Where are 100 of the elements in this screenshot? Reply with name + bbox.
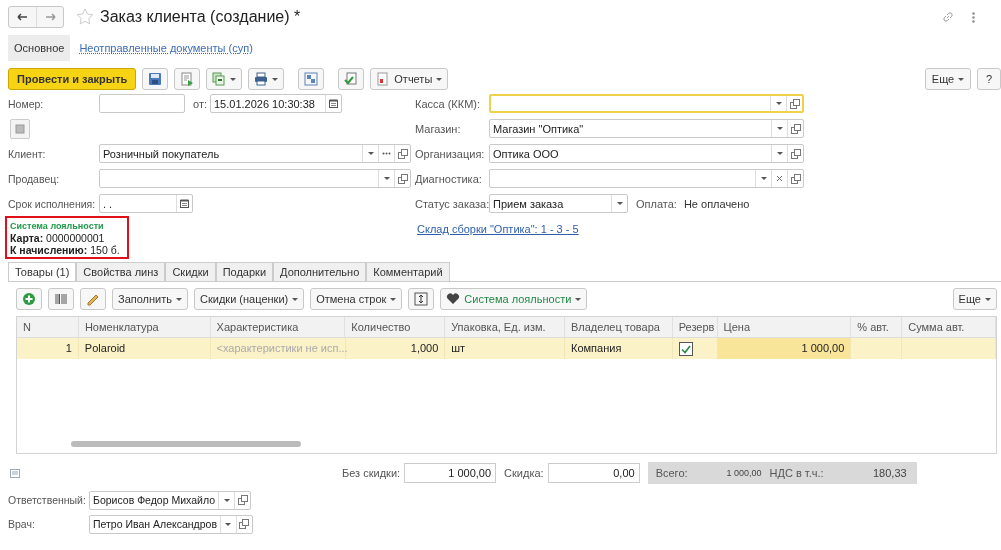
input-field[interactable] xyxy=(489,169,804,188)
column-header[interactable]: N xyxy=(17,317,79,338)
table-cell: <характеристики не исп... xyxy=(210,338,346,359)
field-label: Магазин: xyxy=(415,122,462,135)
open-button[interactable] xyxy=(394,170,410,187)
open-window-icon xyxy=(237,495,248,505)
scrollbar[interactable] xyxy=(71,441,301,447)
section-tab[interactable]: Основное xyxy=(8,35,71,61)
input-field[interactable] xyxy=(99,94,185,113)
heart-icon xyxy=(446,292,461,306)
tab[interactable]: Скидки xyxy=(165,262,216,281)
field-label: Скидка: xyxy=(504,467,544,479)
document-check-icon xyxy=(344,72,359,86)
table-cell: 1 000,00 xyxy=(717,338,852,359)
calendar-icon xyxy=(180,199,189,208)
loyalty-info: Карта: 0000000001 xyxy=(10,232,106,244)
input-field[interactable]: Петро Иван Александров xyxy=(89,514,253,534)
field-label: Ответственный: xyxy=(8,494,87,506)
checkbox[interactable] xyxy=(678,342,693,356)
input-field[interactable] xyxy=(99,169,411,188)
toolbar-button[interactable] xyxy=(298,68,325,90)
open-button[interactable] xyxy=(394,145,410,162)
field-label: Клиент: xyxy=(8,147,47,160)
toolbar-button[interactable] xyxy=(338,68,365,90)
field-label: Диагностика: xyxy=(415,172,483,185)
more-button[interactable]: Еще xyxy=(952,288,997,310)
post-and-close-button[interactable]: Провести и закрыть xyxy=(8,68,137,90)
printer-icon xyxy=(254,72,269,86)
warehouse-link[interactable]: Склад сборки "Оптика": 1 - 3 - 5 xyxy=(417,222,579,235)
column-header[interactable]: Резерв xyxy=(672,317,718,338)
table-cell: шт xyxy=(445,338,565,359)
column-header[interactable]: Упаковка, Ед. изм. xyxy=(445,317,565,338)
open-window-icon xyxy=(397,148,408,159)
open-button[interactable] xyxy=(786,96,802,111)
tab[interactable]: Товары (1) xyxy=(8,262,77,281)
loyalty-button[interactable]: Система лояльности xyxy=(440,288,588,310)
column-header[interactable]: Цена xyxy=(717,317,852,338)
menu-button[interactable]: Отмена строк xyxy=(310,288,403,310)
open-button[interactable] xyxy=(235,515,252,533)
calendar-button[interactable] xyxy=(325,95,341,112)
right-arrow-icon xyxy=(44,13,56,21)
open-button[interactable] xyxy=(787,170,803,187)
star-icon xyxy=(76,8,94,26)
open-window-icon xyxy=(239,519,250,529)
column-header[interactable]: % авт. xyxy=(851,317,903,338)
toolbar-button[interactable] xyxy=(248,68,285,90)
field-label: Касса (ККМ): xyxy=(415,97,482,110)
input-field[interactable]: Розничный покупатель xyxy=(99,144,411,163)
open-button[interactable] xyxy=(787,145,803,162)
list-icon xyxy=(10,468,20,478)
split-rows-icon xyxy=(414,292,429,306)
amount-field: 1 000,00 xyxy=(404,463,497,483)
open-window-icon xyxy=(790,148,801,159)
input-field[interactable] xyxy=(489,94,804,113)
input-field[interactable]: Борисов Федор Михайло xyxy=(89,490,251,510)
link-icon xyxy=(942,11,954,23)
field-label: Без скидки: xyxy=(342,467,401,479)
column-header[interactable]: Количество xyxy=(345,317,446,338)
add-icon xyxy=(22,292,36,306)
column-header[interactable]: Номенклатура xyxy=(78,317,211,338)
open-button[interactable] xyxy=(787,120,803,137)
field-label: Статус заказа: xyxy=(415,197,489,210)
total-value: 1 000,00 xyxy=(725,468,762,478)
field-label: от: xyxy=(193,97,207,110)
more-icon xyxy=(972,11,975,23)
open-window-icon xyxy=(790,173,801,184)
tab[interactable]: Свойства линз xyxy=(76,262,166,281)
input-field[interactable]: . . xyxy=(99,194,193,213)
help-button[interactable]: ? xyxy=(977,68,1001,90)
input-field[interactable]: Оптика ООО xyxy=(489,144,804,163)
reports-button[interactable]: Отчеты xyxy=(370,68,449,90)
input-field[interactable]: Прием заказа xyxy=(489,194,628,213)
input-field[interactable]: Магазин "Оптика" xyxy=(489,119,804,138)
table-cell: 1,000 xyxy=(345,338,446,359)
ellipsis-icon xyxy=(382,152,391,155)
toolbar-button[interactable] xyxy=(142,68,169,90)
input-field[interactable]: 15.01.2026 10:30:38 xyxy=(210,94,342,113)
column-header[interactable]: Владелец товара xyxy=(564,317,673,338)
open-button[interactable] xyxy=(234,491,250,509)
tab[interactable]: Дополнительно xyxy=(273,262,367,281)
more-button[interactable]: Еще xyxy=(925,68,971,90)
toolbar-button[interactable] xyxy=(80,288,106,310)
section-link[interactable]: Неотправленные документы (суп) xyxy=(73,35,259,61)
menu-button[interactable]: Заполнить xyxy=(112,288,188,310)
column-header[interactable]: Сумма авт. xyxy=(902,317,996,338)
tab[interactable]: Комментарий xyxy=(366,262,450,281)
loyalty-info: К начислению: 150 б. xyxy=(10,244,121,256)
close-icon xyxy=(776,175,783,182)
menu-button[interactable]: Скидки (наценки) xyxy=(194,288,305,310)
open-window-icon xyxy=(397,173,408,184)
calendar-button[interactable] xyxy=(176,195,192,212)
pencil-icon xyxy=(86,292,100,306)
column-header[interactable]: Характеристика xyxy=(210,317,346,338)
field-label: Всего: xyxy=(655,467,688,479)
toolbar-button[interactable] xyxy=(16,288,42,310)
table-row[interactable]: 1 Polaroid <характеристики не исп... 1,000 шт Компания 1 000,00 xyxy=(17,338,996,359)
small-button[interactable] xyxy=(10,118,30,139)
tab[interactable]: Подарки xyxy=(215,262,274,281)
amount-field: 0,00 xyxy=(547,463,640,483)
calendar-icon xyxy=(329,99,338,108)
